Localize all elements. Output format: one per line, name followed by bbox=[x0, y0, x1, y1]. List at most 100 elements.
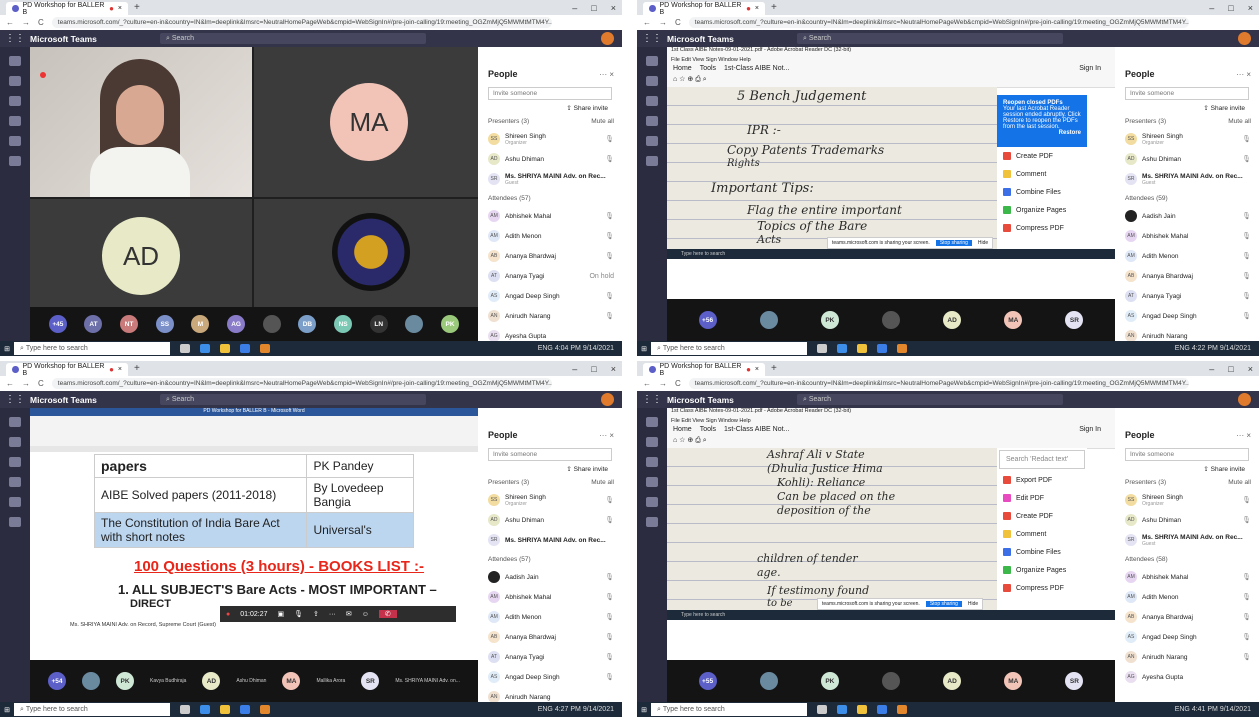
chat-icon[interactable] bbox=[9, 437, 21, 447]
app-icon[interactable] bbox=[897, 344, 907, 353]
tool-create-pdf[interactable]: Create PDF bbox=[997, 147, 1087, 165]
reload-icon[interactable]: C bbox=[675, 379, 681, 388]
store-icon[interactable] bbox=[877, 705, 887, 714]
reload-icon[interactable]: C bbox=[675, 18, 681, 27]
mute-all-button[interactable]: Mute all bbox=[591, 479, 614, 486]
teams-icon[interactable] bbox=[646, 457, 658, 467]
list-item[interactable]: SS Shireen Singh Organizer 🎙 bbox=[478, 490, 622, 510]
tool-create-pdf[interactable]: Create PDF bbox=[997, 507, 1087, 525]
edge-icon[interactable] bbox=[200, 705, 210, 714]
app-icon[interactable] bbox=[260, 344, 270, 353]
new-tab-button[interactable]: + bbox=[134, 2, 140, 13]
windows-start-icon[interactable]: ⊞ bbox=[637, 706, 651, 714]
back-icon[interactable]: ← bbox=[6, 379, 14, 388]
task-view-icon[interactable] bbox=[180, 705, 190, 714]
invite-input[interactable]: Invite someone bbox=[488, 87, 612, 100]
participant-chip[interactable]: AD bbox=[943, 311, 962, 329]
list-item[interactable]: SR Ms. SHRIYA MAINI Adv. on Rec... Guest bbox=[1115, 169, 1259, 189]
participant-chip[interactable] bbox=[405, 315, 424, 333]
participant-chip[interactable]: PK bbox=[116, 672, 134, 690]
more-icon[interactable] bbox=[646, 517, 658, 527]
overflow-count[interactable]: +54 bbox=[48, 672, 66, 690]
store-icon[interactable] bbox=[240, 344, 250, 353]
calendar-icon[interactable] bbox=[9, 477, 21, 487]
app-icon[interactable] bbox=[260, 705, 270, 714]
list-item[interactable]: AD Ashu Dhiman 🎙 bbox=[1115, 510, 1259, 530]
maximize-icon[interactable]: □ bbox=[1228, 3, 1233, 13]
list-item[interactable]: AN Anirudh Narang 🎙 bbox=[478, 306, 622, 326]
tool-organize[interactable]: Organize Pages bbox=[997, 561, 1087, 579]
browser-tab[interactable]: PD Workshop for BALLER B ● × bbox=[643, 363, 765, 377]
participant-chip[interactable] bbox=[262, 315, 281, 333]
participant-chip[interactable]: PK bbox=[820, 311, 839, 329]
chat-icon[interactable] bbox=[646, 76, 658, 86]
overflow-count[interactable]: +45 bbox=[48, 315, 67, 333]
hide-button[interactable]: Hide bbox=[978, 240, 988, 246]
participant-chip[interactable]: AG bbox=[227, 315, 246, 333]
tool-organize[interactable]: Organize Pages bbox=[997, 201, 1087, 219]
list-item[interactable]: SS Shireen Singh Organizer 🎙 bbox=[478, 129, 622, 149]
teams-icon[interactable] bbox=[9, 457, 21, 467]
share-invite-button[interactable]: ⇪ Share invite bbox=[1115, 465, 1259, 473]
list-item[interactable]: AM Adith Menon 🎙 bbox=[1115, 587, 1259, 607]
minimize-icon[interactable]: – bbox=[572, 364, 577, 374]
list-item[interactable]: AM Abhishek Mahal 🎙 bbox=[478, 206, 622, 226]
list-item[interactable]: AM Abhishek Mahal 🎙 bbox=[478, 587, 622, 607]
presenters-header[interactable]: Presenters (3) bbox=[1125, 479, 1166, 486]
sign-in-button[interactable]: Sign In bbox=[1079, 426, 1101, 436]
tools-tab[interactable]: Tools bbox=[700, 65, 716, 75]
close-icon[interactable]: × bbox=[755, 366, 759, 373]
list-item[interactable]: SR Ms. SHRIYA MAINI Adv. on Rec... Guest bbox=[478, 169, 622, 189]
list-item[interactable]: AS Angad Deep Singh 🎙 bbox=[1115, 627, 1259, 647]
list-item[interactable]: AM Adith Menon 🎙 bbox=[1115, 246, 1259, 266]
app-launcher-icon[interactable]: ⋮⋮ bbox=[637, 33, 667, 44]
edge-icon[interactable] bbox=[200, 344, 210, 353]
browser-tab[interactable]: PD Workshop for BALLER B ● × bbox=[6, 363, 128, 377]
participant-chip[interactable]: MA bbox=[1004, 672, 1023, 690]
maximize-icon[interactable]: □ bbox=[1228, 364, 1233, 374]
back-icon[interactable]: ← bbox=[643, 379, 651, 388]
browser-tab[interactable]: PD Workshop for BALLER B ● × bbox=[6, 2, 128, 16]
explorer-icon[interactable] bbox=[857, 344, 867, 353]
close-icon[interactable]: ··· × bbox=[1236, 431, 1251, 440]
home-icon[interactable]: ⌂ ☆ ⊕ ⎙ ⌕ bbox=[673, 437, 707, 444]
calendar-icon[interactable] bbox=[646, 477, 658, 487]
system-tray[interactable]: ENG 4:04 PM 9/14/2021 bbox=[538, 345, 614, 352]
share-invite-button[interactable]: ⇪ Share invite bbox=[478, 104, 622, 112]
back-icon[interactable]: ← bbox=[6, 18, 14, 27]
document-tab[interactable]: 1st-Class AIBE Not... bbox=[724, 65, 789, 75]
participant-chip[interactable]: AD bbox=[943, 672, 962, 690]
attendees-header[interactable]: Attendees (57) bbox=[488, 556, 531, 563]
stop-sharing-button[interactable]: Stop sharing bbox=[935, 240, 972, 246]
mic-icon[interactable]: 🎙 bbox=[294, 610, 303, 618]
teams-search[interactable]: ⌕ Search bbox=[160, 33, 426, 44]
invite-input[interactable]: Invite someone bbox=[488, 448, 612, 461]
new-tab-button[interactable]: + bbox=[134, 363, 140, 374]
calls-icon[interactable] bbox=[646, 497, 658, 507]
participant-chip[interactable]: AD bbox=[202, 672, 221, 690]
list-item[interactable]: AB Ananya Bhardwaj 🎙 bbox=[478, 627, 622, 647]
participant-chip[interactable]: M bbox=[191, 315, 210, 333]
participant-chip[interactable] bbox=[881, 672, 900, 690]
list-item[interactable]: AB Ananya Bhardwaj 🎙 bbox=[1115, 266, 1259, 286]
list-item[interactable]: AB Ananya Bhardwaj 🎙 bbox=[1115, 607, 1259, 627]
list-item[interactable]: AT Ananya Tyagi 🎙 bbox=[1115, 286, 1259, 306]
profile-avatar[interactable] bbox=[1238, 32, 1251, 45]
mute-all-button[interactable]: Mute all bbox=[1228, 118, 1251, 125]
url-field[interactable]: teams.microsoft.com/_?culture=en-in&coun… bbox=[51, 378, 552, 389]
people-icon[interactable]: ☺ bbox=[362, 611, 369, 618]
presenters-header[interactable]: Presenters (3) bbox=[488, 118, 529, 125]
home-icon[interactable]: ⌂ ☆ ⊕ ⎙ ⌕ bbox=[673, 76, 707, 83]
chat-icon[interactable]: ✉ bbox=[346, 610, 352, 618]
list-item[interactable]: AM Abhishek Mahal 🎙 bbox=[1115, 567, 1259, 587]
list-item[interactable]: AS Angad Deep Singh 🎙 bbox=[1115, 306, 1259, 326]
profile-avatar[interactable] bbox=[601, 32, 614, 45]
list-item[interactable]: AM Adith Menon 🎙 bbox=[478, 226, 622, 246]
edge-icon[interactable] bbox=[837, 344, 847, 353]
list-item[interactable]: SR Ms. SHRIYA MAINI Adv. on Rec... bbox=[478, 530, 622, 550]
participant-chip[interactable]: NS bbox=[334, 315, 353, 333]
windows-start-icon[interactable]: ⊞ bbox=[0, 345, 14, 353]
close-window-icon[interactable]: × bbox=[611, 3, 616, 13]
explorer-icon[interactable] bbox=[857, 705, 867, 714]
document-tab[interactable]: 1st-Class AIBE Not... bbox=[724, 426, 789, 436]
